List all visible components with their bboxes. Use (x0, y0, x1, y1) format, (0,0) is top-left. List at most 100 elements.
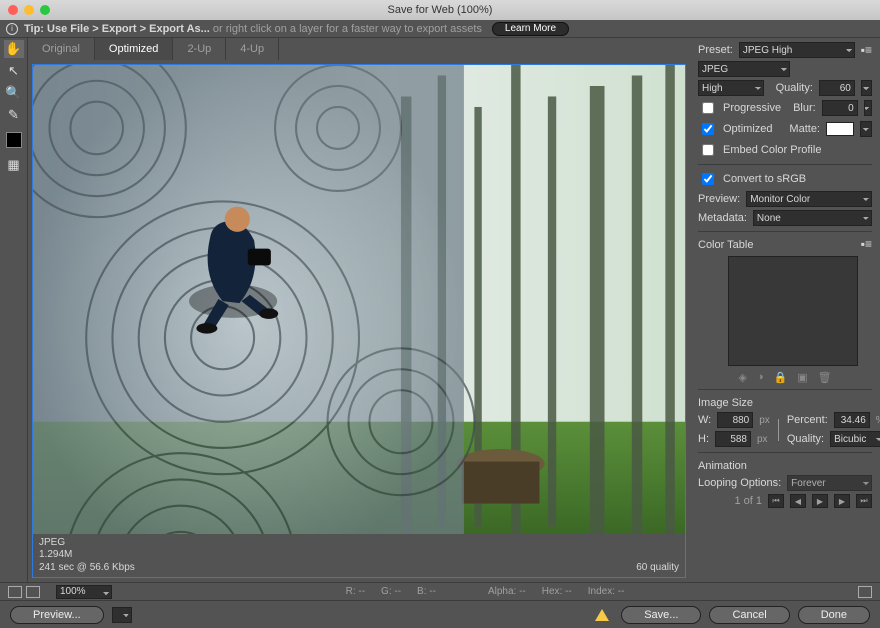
tab-original[interactable]: Original (28, 38, 95, 60)
window-title: Save for Web (100%) (388, 4, 493, 16)
embed-profile-label: Embed Color Profile (723, 144, 821, 156)
metadata-label: Metadata: (698, 212, 747, 224)
progressive-checkbox[interactable] (702, 102, 714, 114)
readout-hex: Hex: -- (542, 586, 572, 597)
percent-unit: % (876, 415, 880, 426)
resample-quality-label: Quality: (787, 433, 824, 445)
zoom-tool[interactable]: 🔍 (4, 84, 24, 102)
tool-strip: ✋ ↖ 🔍 ✎ ▦ (0, 38, 28, 582)
done-button[interactable]: Done (798, 606, 870, 624)
convert-srgb-label: Convert to sRGB (723, 173, 806, 185)
quality-label: Quality: (776, 82, 813, 94)
browser-icon[interactable] (858, 586, 872, 598)
preset-menu-icon[interactable]: ▪≡ (861, 43, 872, 57)
image-size-label: Image Size (698, 397, 872, 409)
optimized-checkbox[interactable] (702, 123, 714, 135)
matte-label: Matte: (789, 123, 820, 135)
tip-bar: i Tip: Use File > Export > Export As... … (0, 20, 880, 38)
preview-quality: 60 quality (636, 562, 679, 575)
quality-type-select[interactable]: High (698, 80, 764, 96)
eyedropper-color-swatch[interactable] (6, 132, 22, 148)
blur-label: Blur: (793, 102, 816, 114)
toggle-slices-visibility[interactable]: ▦ (4, 156, 24, 174)
ct-trash-icon[interactable]: 🗑 (818, 371, 832, 384)
eyedropper-tool[interactable]: ✎ (4, 106, 24, 124)
height-unit: px (757, 434, 768, 445)
height-label: H: (698, 433, 709, 445)
preview-browser-select[interactable] (112, 607, 132, 623)
save-button[interactable]: Save... (621, 606, 701, 624)
width-unit: px (759, 415, 770, 426)
toggle-dither-icon[interactable] (26, 586, 40, 598)
ct-shift-icon[interactable]: ◑ (757, 371, 764, 384)
readout-alpha: Alpha: -- (488, 586, 526, 597)
close-window-button[interactable] (8, 5, 18, 15)
toggle-optimize-icon[interactable] (8, 586, 22, 598)
ct-lock-icon[interactable]: 🔒 (774, 371, 788, 384)
preview-button[interactable]: Preview... (10, 606, 104, 624)
preview-tabs: Original Optimized 2-Up 4-Up (28, 38, 690, 60)
matte-dropdown[interactable] (860, 121, 872, 137)
cancel-button[interactable]: Cancel (709, 606, 789, 624)
percent-input[interactable] (834, 412, 870, 428)
image-preview[interactable]: JPEG 1.294M 241 sec @ 56.6 Kbps 60 quali… (32, 64, 686, 578)
color-table (728, 256, 858, 366)
anim-next-button[interactable]: ▶ (834, 494, 850, 508)
readout-b: B: -- (417, 586, 436, 597)
width-input[interactable] (717, 412, 753, 428)
quality-input[interactable] (819, 80, 855, 96)
blur-slider-dropdown[interactable] (864, 100, 872, 116)
percent-label: Percent: (787, 414, 828, 426)
preview-status: JPEG 1.294M 241 sec @ 56.6 Kbps 60 quali… (33, 534, 685, 578)
matte-swatch[interactable] (826, 122, 854, 136)
footer: Preview... Save... Cancel Done (0, 600, 880, 628)
constrain-proportions-icon[interactable] (778, 419, 779, 441)
frame-counter: 1 of 1 (734, 495, 762, 507)
height-input[interactable] (715, 431, 751, 447)
window-titlebar: Save for Web (100%) (0, 0, 880, 20)
preview-color-select[interactable]: Monitor Color (746, 191, 872, 207)
ct-new-icon[interactable]: ▣ (797, 371, 807, 384)
info-bar: 100% R: -- G: -- B: -- Alpha: -- Hex: --… (0, 582, 880, 600)
readout-g: G: -- (381, 586, 401, 597)
animation-label: Animation (698, 460, 872, 472)
color-table-tools: ◈ ◑ 🔒 ▣ 🗑 (698, 371, 872, 384)
tip-text-rest: or right click on a layer for a faster w… (213, 23, 482, 35)
tab-4up[interactable]: 4-Up (226, 38, 279, 60)
preview-filesize: 1.294M (39, 549, 135, 562)
resample-quality-select[interactable]: Bicubic (830, 431, 880, 447)
tip-label: Tip: (24, 23, 44, 35)
anim-last-button[interactable]: ⏭ (856, 494, 872, 508)
anim-prev-button[interactable]: ◀ (790, 494, 806, 508)
learn-more-button[interactable]: Learn More (492, 22, 569, 36)
preview-transfer: 241 sec @ 56.6 Kbps (39, 562, 135, 575)
looping-select: Forever (787, 475, 872, 491)
quality-slider-dropdown[interactable] (861, 80, 872, 96)
slice-select-tool[interactable]: ↖ (4, 62, 24, 80)
tab-optimized[interactable]: Optimized (95, 38, 174, 60)
preset-label: Preset: (698, 44, 733, 56)
embed-profile-checkbox[interactable] (702, 144, 714, 156)
readout-index: Index: -- (588, 586, 625, 597)
ct-snap-icon[interactable]: ◈ (738, 371, 746, 384)
anim-play-button[interactable]: ▶ (812, 494, 828, 508)
convert-srgb-checkbox[interactable] (702, 173, 714, 185)
maximize-window-button[interactable] (40, 5, 50, 15)
tab-2up[interactable]: 2-Up (173, 38, 226, 60)
settings-panel: Preset: JPEG High ▪≡ JPEG High Quality: … (690, 38, 880, 582)
anim-first-button[interactable]: ⏮ (768, 494, 784, 508)
zoom-select[interactable]: 100% (56, 585, 112, 599)
preview-format: JPEG (39, 537, 135, 550)
minimize-window-button[interactable] (24, 5, 34, 15)
format-select[interactable]: JPEG (698, 61, 790, 77)
color-table-menu-icon[interactable]: ▪≡ (861, 237, 872, 251)
hand-tool[interactable]: ✋ (4, 40, 24, 58)
preview-label: Preview: (698, 193, 740, 205)
tip-text-bold: Use File > Export > Export As... (47, 23, 210, 35)
info-icon: i (6, 23, 18, 35)
readout-r: R: -- (346, 586, 365, 597)
blur-input[interactable] (822, 100, 858, 116)
preset-select[interactable]: JPEG High (739, 42, 855, 58)
metadata-select[interactable]: None (753, 210, 872, 226)
progressive-label: Progressive (723, 102, 781, 114)
